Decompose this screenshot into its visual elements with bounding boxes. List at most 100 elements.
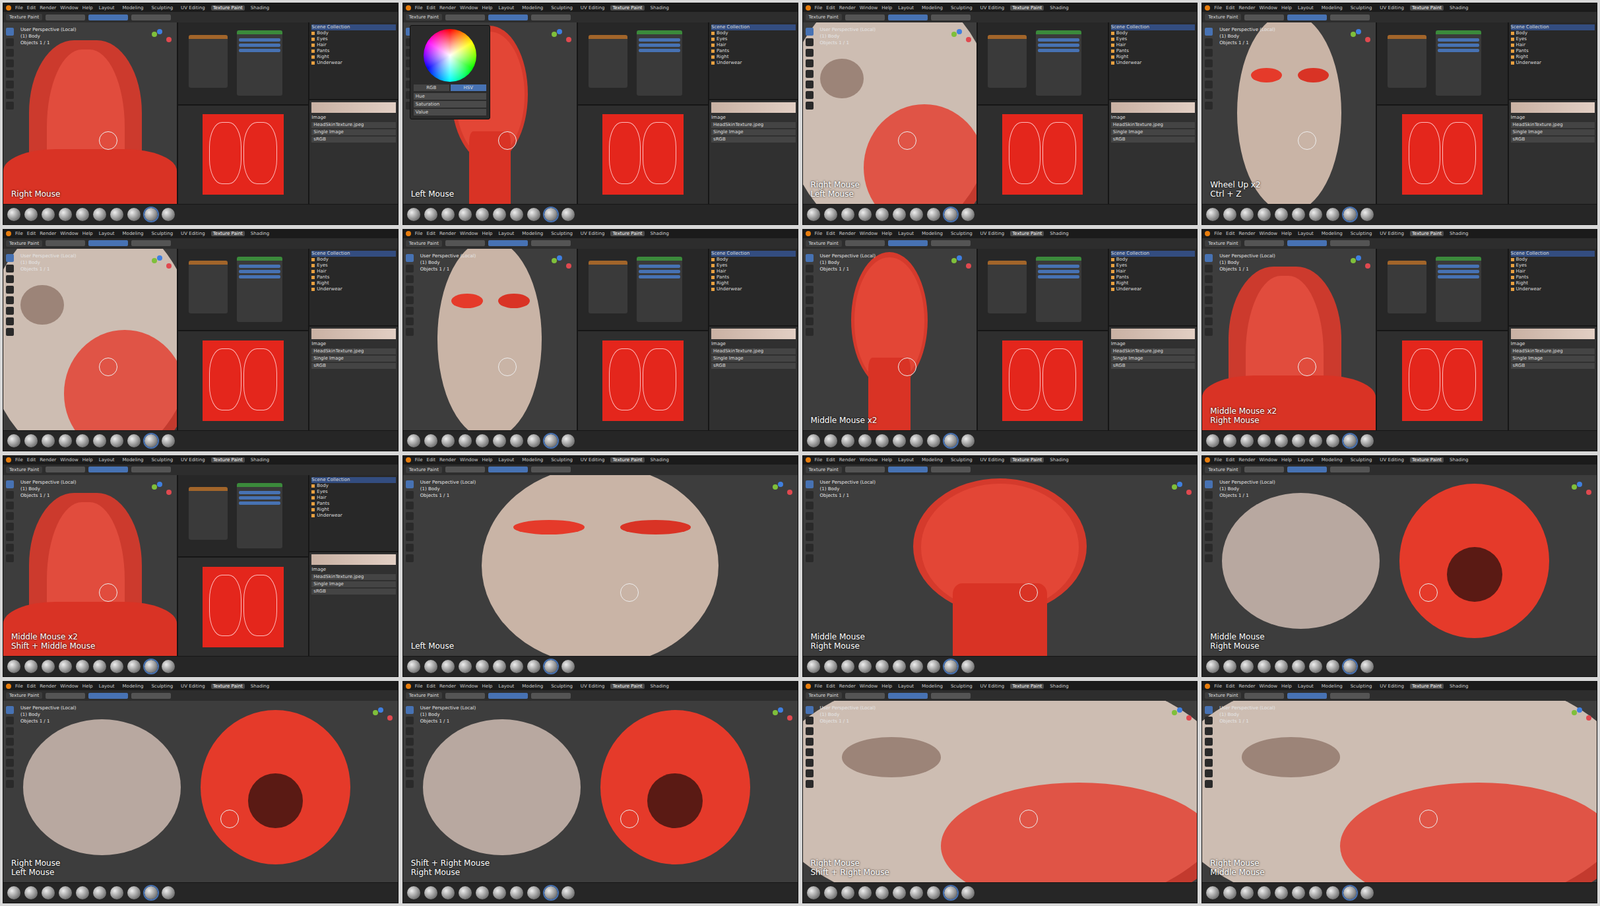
tool-icon[interactable] [405,254,414,262]
workspace-tab[interactable]: Texture Paint [1409,457,1444,463]
workspace-tab[interactable]: Layout [1295,5,1316,11]
tool-icon[interactable] [805,512,814,520]
menu-item[interactable]: Help [881,457,893,463]
tool-icon[interactable] [805,80,814,89]
brush-icon[interactable] [1343,886,1357,900]
outliner-item[interactable]: Body [311,482,396,489]
brush-icon[interactable] [561,659,575,673]
brush-icon[interactable] [927,659,941,673]
brush-icon[interactable] [75,659,90,673]
workspace-tab[interactable]: Shading [648,457,672,463]
workspace-tab[interactable]: Sculpting [548,230,575,237]
tool-icon[interactable] [5,69,14,78]
brush-icon[interactable] [944,434,958,448]
brush-icon[interactable] [492,886,507,900]
tool-icon[interactable] [405,779,414,788]
3d-viewport[interactable]: User Perspective (Local)(1) BodyObjects … [1202,700,1597,883]
outliner-item[interactable]: Underwear [711,286,796,293]
outliner-item[interactable]: Right [311,506,396,513]
brush-icon[interactable] [127,659,141,673]
outliner-item[interactable]: Hair [311,494,396,501]
outliner-item[interactable]: Pants [711,48,796,55]
tool-icon[interactable] [5,554,14,563]
menu-item[interactable]: Render [39,683,57,689]
workspace-tab[interactable]: UV Editing [578,230,608,237]
image-editor[interactable] [178,556,309,656]
brush-icon[interactable] [161,207,175,222]
workspace-tab[interactable]: Layout [496,683,517,689]
tool-icon[interactable] [1204,769,1213,778]
menu-item[interactable]: Help [82,230,94,237]
outliner-item[interactable]: Right [1510,280,1596,287]
workspace-tab[interactable]: Layout [896,230,916,237]
brush-icon[interactable] [961,886,975,900]
brush-icon[interactable] [944,886,958,900]
brush-icon[interactable] [1326,659,1340,673]
tool-icon[interactable] [805,522,814,531]
brush-icon[interactable] [110,886,124,900]
tool-icon[interactable] [805,91,814,99]
menu-item[interactable]: Window [859,457,879,463]
brush-icon[interactable] [441,886,455,900]
mode-dropdown[interactable]: Texture Paint [805,692,842,699]
tool-icon[interactable] [1204,254,1213,262]
menu-item[interactable]: Edit [1225,683,1236,689]
tool-icon[interactable] [5,716,14,725]
navigation-gizmo-icon[interactable] [548,29,572,52]
outliner-item[interactable]: Body [711,30,796,37]
brush-icon[interactable] [875,434,889,448]
outliner-item[interactable]: Underwear [1510,60,1596,66]
brush-icon[interactable] [58,207,72,222]
radius-field[interactable] [45,466,86,473]
brush-field[interactable] [131,240,171,247]
menu-item[interactable]: File [814,683,823,689]
brush-icon[interactable] [110,434,124,448]
menu-item[interactable]: Window [60,5,79,11]
brush-icon[interactable] [1240,207,1254,222]
tool-icon[interactable] [805,727,814,736]
tool-icon[interactable] [1204,327,1213,336]
brush-icon[interactable] [1257,659,1271,673]
brush-icon[interactable] [1309,886,1323,900]
brush-icon[interactable] [841,659,855,673]
navigation-gizmo-icon[interactable] [1169,481,1192,505]
tool-icon[interactable] [5,705,14,714]
mode-dropdown[interactable]: Texture Paint [5,692,43,699]
menu-item[interactable]: Edit [826,230,836,237]
brush-icon[interactable] [58,434,72,448]
source-field[interactable]: Single Image [1510,129,1596,136]
outliner-item[interactable]: Body [1510,256,1596,263]
menu-item[interactable]: Render [1239,683,1256,689]
tool-icon[interactable] [5,758,14,767]
strength-field[interactable] [488,240,528,247]
brush-icon[interactable] [544,434,558,448]
3d-viewport[interactable]: User Perspective (Local)(1) BodyObjects … [403,248,577,431]
outliner-item[interactable]: Hair [711,42,796,49]
workspace-tab[interactable]: Modeling [1319,683,1345,689]
color-space-field[interactable]: sRGB [1510,362,1596,369]
brush-icon[interactable] [161,659,175,673]
workspace-tab[interactable]: Shading [248,5,272,11]
image-editor[interactable] [977,104,1108,204]
brush-icon[interactable] [909,434,924,448]
strength-field[interactable] [888,466,928,473]
brush-icon[interactable] [127,434,141,448]
navigation-gizmo-icon[interactable] [149,29,172,52]
tool-icon[interactable] [405,264,414,273]
brush-icon[interactable] [24,886,38,900]
tool-icon[interactable] [5,91,14,99]
navigation-gizmo-icon[interactable] [769,707,793,730]
tool-icon[interactable] [805,769,814,778]
tool-icon[interactable] [405,296,414,305]
tool-icon[interactable] [805,501,814,510]
menu-item[interactable]: Help [82,457,94,463]
brush-field[interactable] [531,240,571,247]
menu-item[interactable]: Edit [826,5,836,11]
strength-field[interactable] [488,466,528,473]
menu-item[interactable]: Window [459,457,479,463]
brush-icon[interactable] [7,886,21,900]
tool-icon[interactable] [5,480,14,489]
strength-field[interactable] [1287,466,1327,473]
brush-icon[interactable] [806,886,821,900]
outliner-item[interactable]: Hair [1510,268,1596,275]
